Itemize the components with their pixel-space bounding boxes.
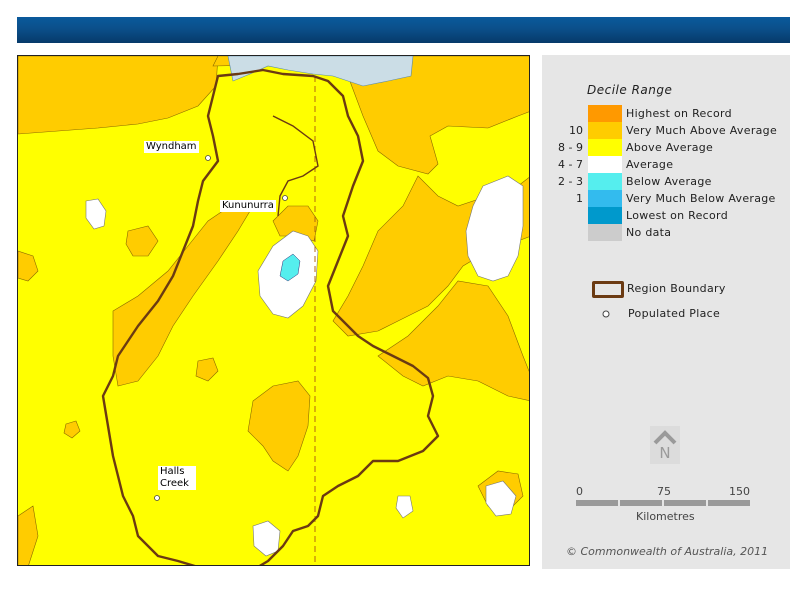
town-marker-halls-creek xyxy=(154,495,160,501)
legend-row: No data xyxy=(542,224,790,241)
legend-row: 2 - 3 Below Average xyxy=(542,173,790,190)
legend-range: 8 - 9 xyxy=(558,141,583,154)
legend-label: Highest on Record xyxy=(626,107,732,120)
legend-label: Lowest on Record xyxy=(626,209,728,222)
legend-row: 1 Very Much Below Average xyxy=(542,190,790,207)
legend-row: 10 Very Much Above Average xyxy=(542,122,790,139)
legend-title: Decile Range xyxy=(587,83,673,97)
legend-label: No data xyxy=(626,226,672,239)
map-canvas xyxy=(18,56,529,565)
legend-row: 4 - 7 Average xyxy=(542,156,790,173)
legend-swatch xyxy=(588,207,622,224)
scale-bar: 0 75 150 Kilometres xyxy=(576,485,756,525)
legend-swatch xyxy=(588,173,622,190)
legend-swatch xyxy=(588,105,622,122)
legend-swatch xyxy=(588,190,622,207)
legend-panel: Decile Range Highest on Record 10 Very M… xyxy=(542,55,790,569)
legend-label: Very Much Above Average xyxy=(626,124,778,137)
scale-segment xyxy=(576,500,618,506)
legend-range: 1 xyxy=(576,192,583,205)
scale-tick-label: 0 xyxy=(576,485,583,498)
town-label-wyndham: Wyndham xyxy=(144,141,199,153)
boundary-label: Region Boundary xyxy=(627,282,726,295)
legend-swatch xyxy=(588,224,622,241)
boundary-swatch xyxy=(592,281,624,298)
north-arrow: N xyxy=(650,426,680,464)
town-label-halls-creek: Halls Creek xyxy=(158,466,196,490)
scale-segment xyxy=(664,500,706,506)
town-marker-wyndham xyxy=(205,155,211,161)
legend-label: Below Average xyxy=(626,175,712,188)
legend-row: Lowest on Record xyxy=(542,207,790,224)
populated-place-icon xyxy=(602,310,610,318)
legend-range: 4 - 7 xyxy=(558,158,583,171)
scale-segment xyxy=(620,500,662,506)
north-letter: N xyxy=(659,444,671,462)
scale-tick-label: 75 xyxy=(657,485,671,498)
legend-row: Highest on Record xyxy=(542,105,790,122)
scale-unit: Kilometres xyxy=(636,510,695,523)
legend-row: 8 - 9 Above Average xyxy=(542,139,790,156)
legend-label: Very Much Below Average xyxy=(626,192,776,205)
legend-swatch xyxy=(588,122,622,139)
legend-label: Average xyxy=(626,158,674,171)
scale-segment xyxy=(708,500,750,506)
town-marker-kununurra xyxy=(282,195,288,201)
legend-range: 2 - 3 xyxy=(558,175,583,188)
town-label-kununurra: Kununurra xyxy=(220,200,276,212)
decile-map: Wyndham Kununurra Halls Creek xyxy=(17,55,530,566)
copyright-notice: © Commonwealth of Australia, 2011 xyxy=(566,545,769,558)
scale-tick-label: 150 xyxy=(729,485,750,498)
place-label: Populated Place xyxy=(628,307,721,320)
legend-swatch xyxy=(588,139,622,156)
legend-swatch xyxy=(588,156,622,173)
legend-range: 10 xyxy=(569,124,583,137)
header-banner xyxy=(17,17,790,43)
legend-label: Above Average xyxy=(626,141,714,154)
